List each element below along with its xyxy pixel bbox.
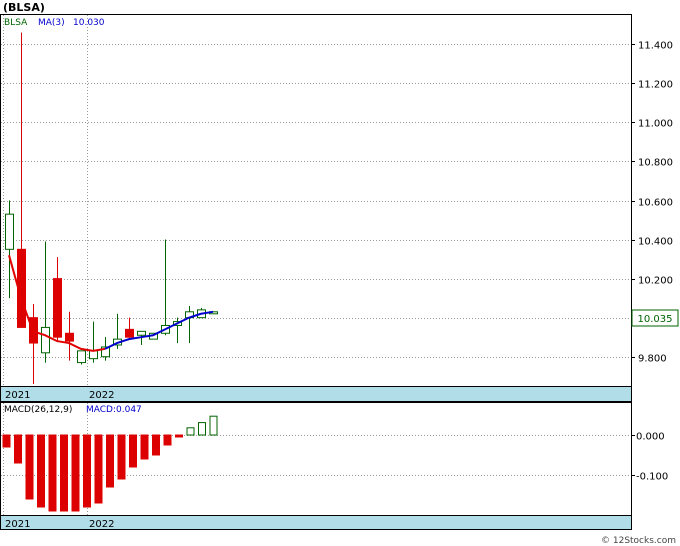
macd-bar-12 (140, 434, 149, 460)
macd-bar-8 (94, 434, 103, 504)
macd-bar-15 (175, 434, 183, 438)
chart-title: (BLSA) (3, 1, 45, 14)
macd-x-label-0: 2021 (5, 519, 30, 530)
macd-bar-1 (14, 434, 22, 464)
macd-bar-14 (163, 434, 172, 446)
macd-bar-4 (48, 434, 57, 512)
candle-body-11 (137, 330, 146, 336)
candle-body-6 (77, 350, 86, 364)
price-tick-label-3: 10.800 (638, 158, 673, 169)
price-tick-label-6: 10.200 (638, 276, 673, 287)
watermark: © 12Stocks.com (601, 536, 676, 546)
macd-bar-10 (117, 434, 126, 480)
macd-bar-17 (198, 422, 206, 436)
macd-bar-6 (71, 434, 80, 512)
macd-bar-16 (186, 427, 195, 436)
macd-bar-5 (60, 434, 68, 512)
macd-tick-label-0: 0.000 (636, 432, 665, 443)
candle-body-7 (89, 350, 98, 360)
macd-bar-3 (37, 434, 45, 508)
candle-body-10 (125, 328, 134, 338)
price-legend-ma-label: MA(3) (38, 18, 65, 28)
price-tick-label-5: 10.400 (638, 237, 673, 248)
macd-axis-ticks: 0.000 -0.100 (631, 432, 668, 483)
price-tick-label-2: 11.000 (638, 119, 673, 130)
price-x-label-1: 2022 (89, 390, 114, 401)
price-legend-symbol: BLSA (4, 18, 28, 28)
candle-body-3 (41, 326, 50, 354)
macd-bar-9 (106, 434, 114, 488)
price-tick-label-0: 11.400 (638, 41, 673, 52)
macd-bar-2 (25, 434, 34, 500)
price-panel-frame (0, 14, 632, 402)
candle-body-0 (5, 213, 14, 250)
last-price-label: 10.035 (638, 314, 673, 325)
macd-tick-label-1: -0.100 (636, 472, 668, 483)
macd-legend-value: MACD:0.047 (86, 405, 142, 415)
price-legend-ma-value: 10.030 (73, 18, 105, 28)
price-tick-label-1: 11.200 (638, 80, 673, 91)
macd-bar-13 (152, 434, 160, 456)
price-tick-label-4: 10.600 (638, 198, 673, 209)
candle-body-5 (65, 332, 74, 342)
macd-bar-7 (83, 434, 91, 508)
stock-chart: 11.400 11.200 11.000 10.800 10.600 10.400 10.2… (0, 1, 679, 546)
macd-bar-11 (129, 434, 137, 468)
price-tick-label-8: 9.800 (638, 354, 667, 365)
macd-legend-label: MACD(26,12,9) (4, 405, 72, 415)
macd-bar-0 (2, 434, 11, 448)
macd-x-label-1: 2022 (89, 519, 114, 530)
candle-body-4 (53, 278, 62, 338)
macd-bar-18 (209, 415, 218, 436)
price-x-label-0: 2021 (5, 390, 30, 401)
